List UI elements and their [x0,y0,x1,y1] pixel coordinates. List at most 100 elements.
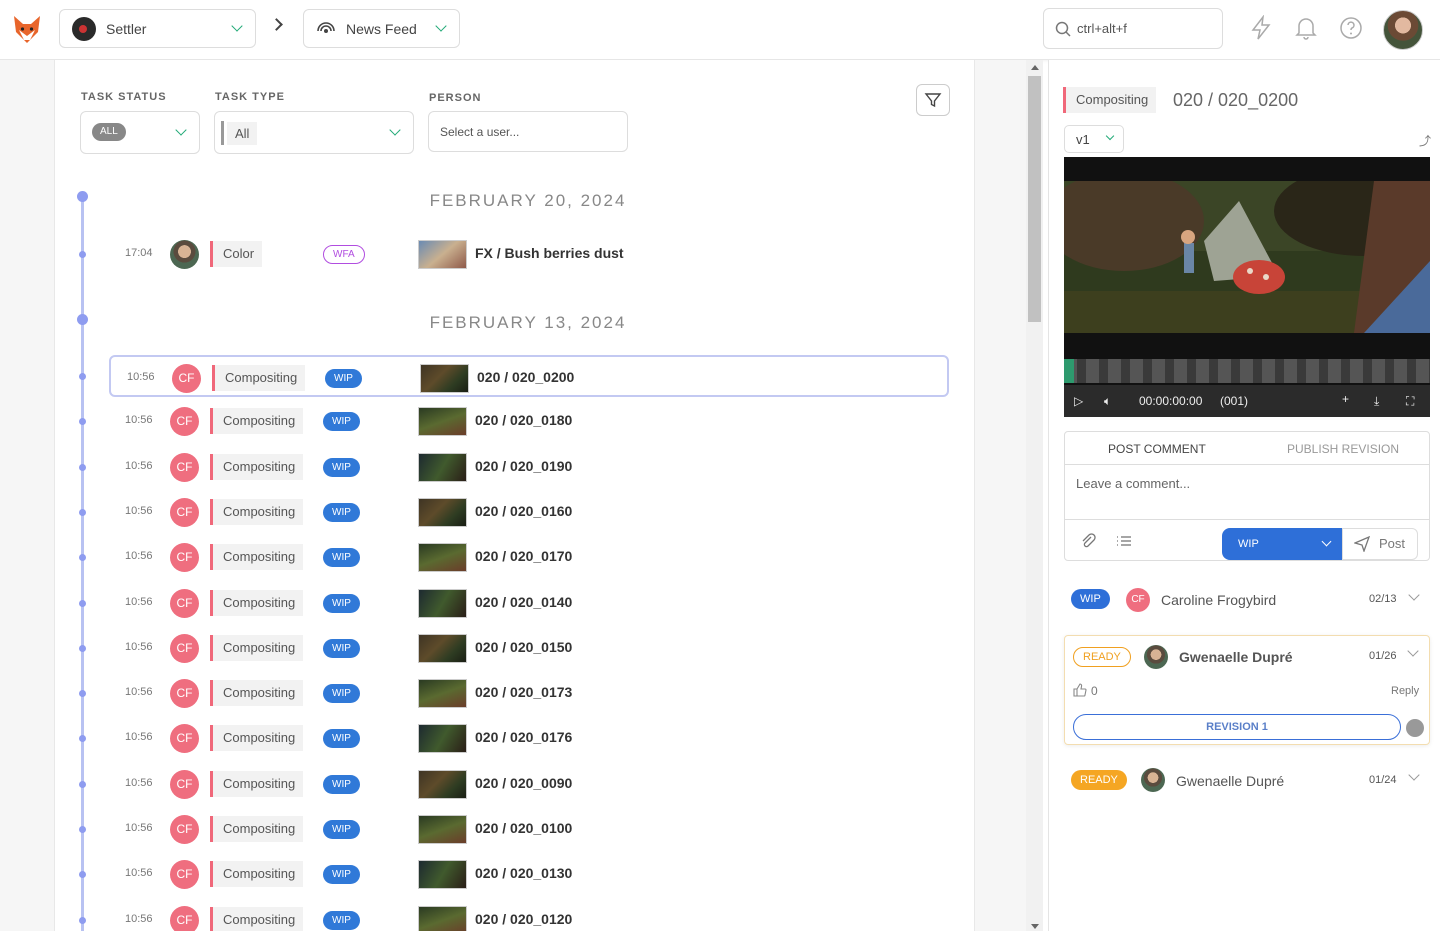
help-icon[interactable] [1338,15,1364,41]
thumbs-up-icon[interactable] [1073,683,1087,697]
comment-item[interactable]: READY Gwenaelle Dupré 01/24 [1064,768,1430,792]
feed-row[interactable]: 10:56 CF Compositing WIP 020 / 020_0140 [109,582,949,624]
row-avatar[interactable]: CF [170,634,199,663]
feed-row[interactable]: 10:56 CF Compositing WIP 020 / 020_0090 [109,763,949,805]
row-thumbnail[interactable] [418,724,467,753]
row-thumbnail[interactable] [418,906,467,931]
row-avatar[interactable]: CF [170,679,199,708]
row-avatar[interactable]: CF [170,860,199,889]
scroll-up-icon[interactable] [1031,65,1039,70]
row-thumbnail[interactable] [418,543,467,572]
version-selector[interactable]: v1 [1064,125,1124,153]
row-thumbnail[interactable] [418,240,467,269]
feed-row[interactable]: 10:56 CF Compositing WIP 020 / 020_0190 [109,446,949,488]
attachment-icon[interactable] [1079,532,1097,550]
row-avatar[interactable]: CF [170,589,199,618]
lightning-icon[interactable] [1248,15,1274,41]
row-entity-name[interactable]: 020 / 020_0150 [475,639,572,655]
feed-row[interactable]: 10:56 CF Compositing WIP 020 / 020_0173 [109,672,949,714]
row-entity-name[interactable]: 020 / 020_0130 [475,865,572,881]
feed-row[interactable]: 10:56 CF Compositing WIP 020 / 020_0160 [109,491,949,533]
row-task-type: Compositing [212,365,306,391]
video-player[interactable]: ▷ 🔈︎ 00:00:00:00 (001) + ⤓ ⛶ [1064,157,1430,417]
row-avatar[interactable]: CF [170,770,199,799]
section-selector[interactable]: News Feed [303,9,460,48]
feed-row[interactable]: 10:56 CF Compositing WIP 020 / 020_0120 [109,899,949,931]
task-type-filter[interactable]: All [214,111,414,154]
row-thumbnail[interactable] [418,634,467,663]
chevron-down-icon[interactable] [1407,645,1419,657]
row-entity-name[interactable]: 020 / 020_0090 [475,775,572,791]
row-avatar[interactable] [170,240,199,269]
row-entity-name[interactable]: 020 / 020_0140 [475,594,572,610]
add-icon[interactable]: + [1342,392,1349,406]
row-avatar[interactable]: CF [170,815,199,844]
person-filter[interactable]: Select a user... [428,111,628,152]
row-thumbnail[interactable] [418,407,467,436]
row-entity-name[interactable]: 020 / 020_0173 [475,684,572,700]
row-avatar[interactable]: CF [170,453,199,482]
row-entity-name[interactable]: 020 / 020_0100 [475,820,572,836]
feed-row[interactable]: 10:56 CF Compositing WIP 020 / 020_0170 [109,536,949,578]
scrollbar-thumb[interactable] [1028,76,1041,322]
row-thumbnail[interactable] [418,589,467,618]
reply-link[interactable]: Reply [1391,685,1419,697]
post-button[interactable]: Post [1342,528,1418,560]
row-entity-name[interactable]: 020 / 020_0190 [475,458,572,474]
row-thumbnail[interactable] [418,679,467,708]
row-avatar[interactable]: CF [172,364,201,393]
user-avatar[interactable] [1383,10,1423,50]
row-avatar[interactable]: CF [170,498,199,527]
comment-item[interactable]: WIP CF Caroline Frogybird 02/13 [1064,588,1430,612]
row-avatar[interactable]: CF [170,407,199,436]
play-icon[interactable]: ▷ [1074,394,1083,408]
expand-icon[interactable]: ⤴ [1419,132,1431,149]
feed-row[interactable]: 10:56 CF Compositing WIP 020 / 020_0130 [109,853,949,895]
production-selector[interactable]: Settler [59,9,256,48]
feed-row[interactable]: 10:56 CF Compositing WIP 020 / 020_0150 [109,627,949,669]
row-entity-name[interactable]: 020 / 020_0120 [475,911,572,927]
feed-row[interactable]: 10:56 CF Compositing WIP 020 / 020_0180 [109,400,949,442]
filmstrip[interactable] [1064,359,1430,383]
frame-cursor[interactable] [1064,359,1074,383]
detail-title[interactable]: 020 / 020_0200 [1173,90,1298,111]
filter-button[interactable] [916,84,950,116]
feed-row[interactable]: 10:56 CF Compositing WIP 020 / 020_0176 [109,717,949,759]
row-avatar[interactable]: CF [170,906,199,931]
search-input[interactable]: ctrl+alt+f [1043,8,1223,49]
row-entity-name[interactable]: FX / Bush berries dust [475,245,624,261]
revision-button[interactable]: REVISION 1 [1073,714,1401,740]
feed-row[interactable]: 17:04 Color WFA FX / Bush berries dust [109,233,949,275]
tab-post-comment[interactable]: POST COMMENT [1108,442,1206,456]
row-entity-name[interactable]: 020 / 020_0170 [475,548,572,564]
row-avatar[interactable]: CF [170,543,199,572]
scroll-down-icon[interactable] [1031,924,1039,929]
volume-icon[interactable]: 🔈︎ [1104,394,1111,409]
row-entity-name[interactable]: 020 / 020_0200 [477,369,574,385]
row-status-badge: WIP [323,865,360,884]
row-thumbnail[interactable] [418,815,467,844]
fullscreen-icon[interactable]: ⛶ [1406,394,1414,409]
task-status-filter[interactable]: ALL [80,111,200,154]
row-entity-name[interactable]: 020 / 020_0160 [475,503,572,519]
row-thumbnail[interactable] [418,860,467,889]
chevron-down-icon[interactable] [1408,589,1420,601]
download-icon[interactable]: ⤓ [1374,394,1379,409]
scrollbar[interactable] [1026,60,1043,931]
chevron-down-icon[interactable] [1408,769,1420,781]
status-select-button[interactable]: WIP [1222,528,1342,560]
bell-icon[interactable] [1293,15,1319,41]
row-thumbnail[interactable] [418,498,467,527]
kitsu-fox-logo[interactable] [10,12,44,46]
comment-textarea[interactable]: Leave a comment... [1065,464,1429,520]
checklist-icon[interactable] [1115,532,1133,550]
row-thumbnail[interactable] [418,453,467,482]
tab-publish-revision[interactable]: PUBLISH REVISION [1287,442,1399,456]
feed-row[interactable]: 10:56 CF Compositing WIP 020 / 020_0200 [109,355,949,397]
feed-row[interactable]: 10:56 CF Compositing WIP 020 / 020_0100 [109,808,949,850]
row-avatar[interactable]: CF [170,724,199,753]
row-entity-name[interactable]: 020 / 020_0180 [475,412,572,428]
row-thumbnail[interactable] [418,770,467,799]
row-thumbnail[interactable] [420,364,469,393]
row-entity-name[interactable]: 020 / 020_0176 [475,729,572,745]
